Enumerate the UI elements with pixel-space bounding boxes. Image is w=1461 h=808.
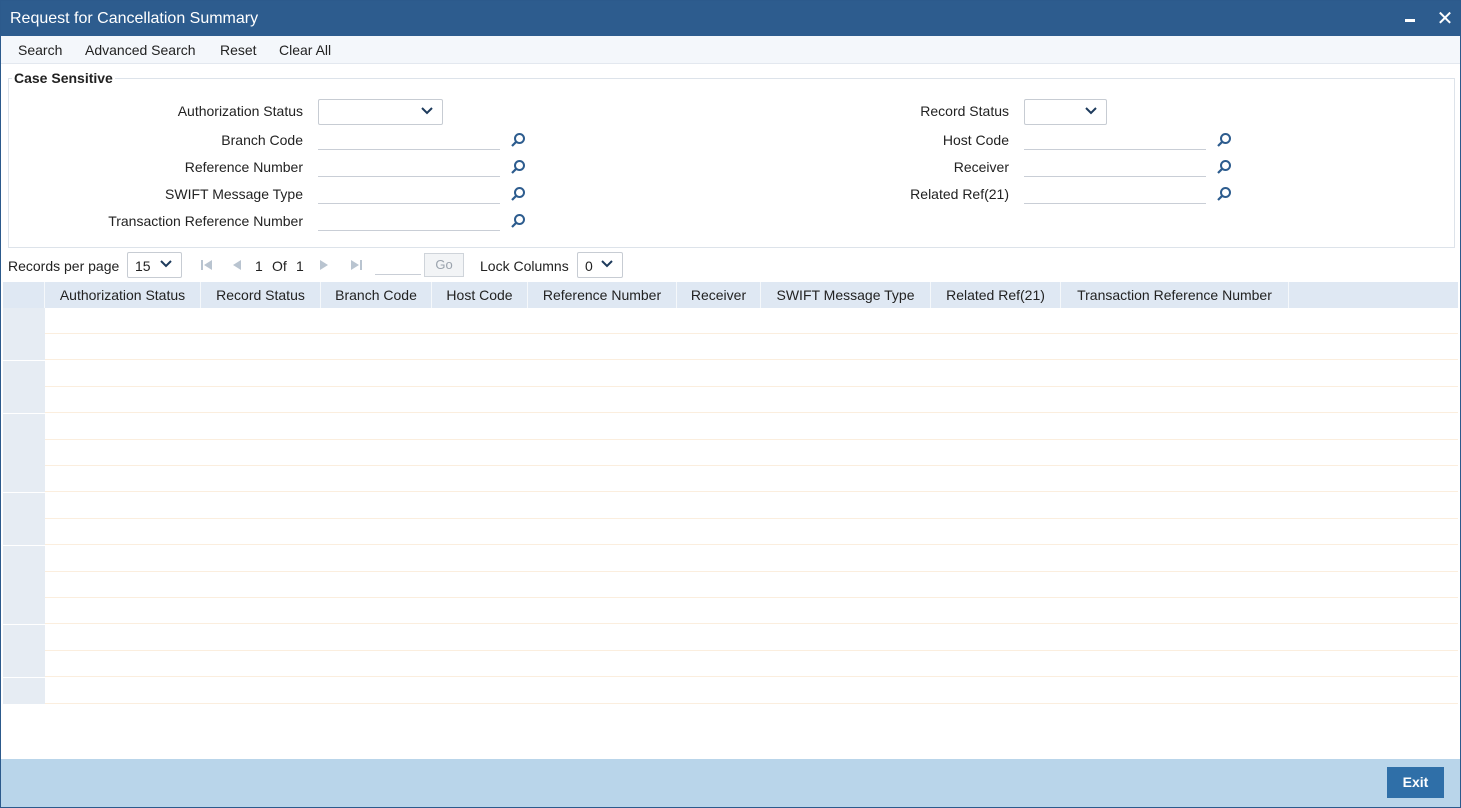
column-header[interactable]: Receiver bbox=[677, 282, 761, 308]
table-row[interactable] bbox=[3, 387, 1458, 414]
reference-number-input[interactable] bbox=[318, 155, 500, 177]
footer-bar: Exit bbox=[1, 759, 1460, 807]
transaction-reference-number-input[interactable] bbox=[318, 209, 500, 231]
host-code-search-icon[interactable] bbox=[1216, 132, 1232, 148]
row-selector[interactable] bbox=[3, 677, 45, 704]
summary-window: Request for Cancellation Summary ✕ Searc… bbox=[0, 0, 1461, 808]
column-header[interactable]: Branch Code bbox=[321, 282, 432, 308]
row-selector[interactable] bbox=[3, 334, 45, 361]
transaction-reference-number-label: Transaction Reference Number bbox=[108, 213, 303, 229]
current-page: 1 bbox=[255, 258, 263, 274]
table-row[interactable] bbox=[3, 466, 1458, 493]
row-selector[interactable] bbox=[3, 466, 45, 493]
column-header[interactable]: Record Status bbox=[201, 282, 321, 308]
row-selector[interactable] bbox=[3, 413, 45, 440]
transaction-reference-number-search-icon[interactable] bbox=[510, 213, 526, 229]
previous-page-icon[interactable] bbox=[230, 258, 244, 272]
reset-button[interactable]: Reset bbox=[220, 42, 257, 58]
row-selector[interactable] bbox=[3, 440, 45, 466]
row-selector[interactable] bbox=[3, 387, 45, 414]
window-title: Request for Cancellation Summary bbox=[10, 10, 259, 27]
table-row[interactable] bbox=[3, 413, 1458, 440]
swift-message-type-input[interactable] bbox=[318, 182, 500, 204]
reference-number-label: Reference Number bbox=[184, 159, 303, 175]
records-per-page-select[interactable]: 15 bbox=[127, 252, 182, 278]
exit-button[interactable]: Exit bbox=[1387, 767, 1444, 798]
go-button[interactable]: Go bbox=[424, 253, 464, 277]
advanced-search-button[interactable]: Advanced Search bbox=[85, 42, 196, 58]
record-status-select[interactable] bbox=[1024, 99, 1107, 125]
branch-code-input[interactable] bbox=[318, 128, 500, 150]
table-row[interactable] bbox=[3, 651, 1458, 678]
host-code-input[interactable] bbox=[1024, 128, 1206, 150]
row-selector[interactable] bbox=[3, 572, 45, 598]
reference-number-search-icon[interactable] bbox=[510, 159, 526, 175]
last-page-icon[interactable] bbox=[349, 258, 363, 272]
first-page-icon[interactable] bbox=[200, 258, 214, 272]
lock-columns-label: Lock Columns bbox=[480, 258, 569, 274]
column-header[interactable]: Transaction Reference Number bbox=[1061, 282, 1289, 308]
receiver-label: Receiver bbox=[953, 159, 1009, 175]
clear-all-button[interactable]: Clear All bbox=[279, 42, 331, 58]
column-header[interactable]: Reference Number bbox=[528, 282, 677, 308]
chevron-down-icon bbox=[1085, 107, 1097, 115]
row-selector[interactable] bbox=[3, 598, 45, 625]
row-selector[interactable] bbox=[3, 545, 45, 572]
table-row[interactable] bbox=[3, 545, 1458, 572]
table-row[interactable] bbox=[3, 492, 1458, 519]
table-row[interactable] bbox=[3, 440, 1458, 466]
table-row[interactable] bbox=[3, 360, 1458, 387]
chevron-down-icon bbox=[421, 107, 433, 115]
row-selector[interactable] bbox=[3, 651, 45, 678]
table-row[interactable] bbox=[3, 519, 1458, 546]
swift-message-type-label: SWIFT Message Type bbox=[165, 186, 303, 202]
swift-message-type-search-icon[interactable] bbox=[510, 186, 526, 202]
toolbar: Search Advanced Search Reset Clear All bbox=[1, 36, 1460, 64]
table-row[interactable] bbox=[3, 598, 1458, 625]
record-status-label: Record Status bbox=[920, 103, 1009, 119]
table-row[interactable] bbox=[3, 677, 1458, 704]
lock-columns-select[interactable]: 0 bbox=[577, 252, 623, 278]
chevron-down-icon bbox=[160, 260, 172, 268]
close-icon[interactable]: ✕ bbox=[1434, 7, 1456, 29]
authorization-status-label: Authorization Status bbox=[177, 103, 303, 119]
records-per-page-label: Records per page bbox=[8, 258, 120, 274]
search-button[interactable]: Search bbox=[18, 42, 62, 58]
table-row[interactable] bbox=[3, 624, 1458, 651]
table-row[interactable] bbox=[3, 572, 1458, 598]
lock-columns-value: 0 bbox=[585, 258, 593, 274]
records-per-page-value: 15 bbox=[135, 258, 151, 274]
of-label: Of bbox=[272, 258, 287, 274]
column-header[interactable]: Related Ref(21) bbox=[931, 282, 1061, 308]
pagination-bar: Records per page 15 1 Of 1 Go Lock Colum… bbox=[1, 251, 1460, 281]
related-ref-input[interactable] bbox=[1024, 182, 1206, 204]
branch-code-label: Branch Code bbox=[221, 132, 303, 148]
go-to-page-input[interactable] bbox=[375, 255, 421, 275]
receiver-search-icon[interactable] bbox=[1216, 159, 1232, 175]
receiver-input[interactable] bbox=[1024, 155, 1206, 177]
related-ref-search-icon[interactable] bbox=[1216, 186, 1232, 202]
table-row[interactable] bbox=[3, 308, 1458, 334]
chevron-down-icon bbox=[601, 260, 613, 268]
row-selector-header bbox=[3, 282, 45, 308]
related-ref-label: Related Ref(21) bbox=[910, 186, 1009, 202]
branch-code-search-icon[interactable] bbox=[510, 132, 526, 148]
title-bar: Request for Cancellation Summary ✕ bbox=[1, 1, 1460, 36]
row-selector[interactable] bbox=[3, 624, 45, 651]
column-header[interactable]: SWIFT Message Type bbox=[761, 282, 931, 308]
row-selector[interactable] bbox=[3, 519, 45, 546]
column-header[interactable]: Host Code bbox=[432, 282, 528, 308]
row-selector[interactable] bbox=[3, 492, 45, 519]
authorization-status-select[interactable] bbox=[318, 99, 443, 125]
row-selector[interactable] bbox=[3, 360, 45, 387]
minimize-icon[interactable] bbox=[1399, 7, 1421, 29]
host-code-label: Host Code bbox=[942, 132, 1009, 148]
total-pages: 1 bbox=[296, 258, 304, 274]
next-page-icon[interactable] bbox=[317, 258, 331, 272]
table-row[interactable] bbox=[3, 334, 1458, 361]
column-header[interactable]: Authorization Status bbox=[45, 282, 201, 308]
grid-header: Authorization Status Record Status Branc… bbox=[3, 282, 1458, 308]
row-selector[interactable] bbox=[3, 308, 45, 334]
case-sensitive-legend: Case Sensitive bbox=[12, 70, 115, 86]
